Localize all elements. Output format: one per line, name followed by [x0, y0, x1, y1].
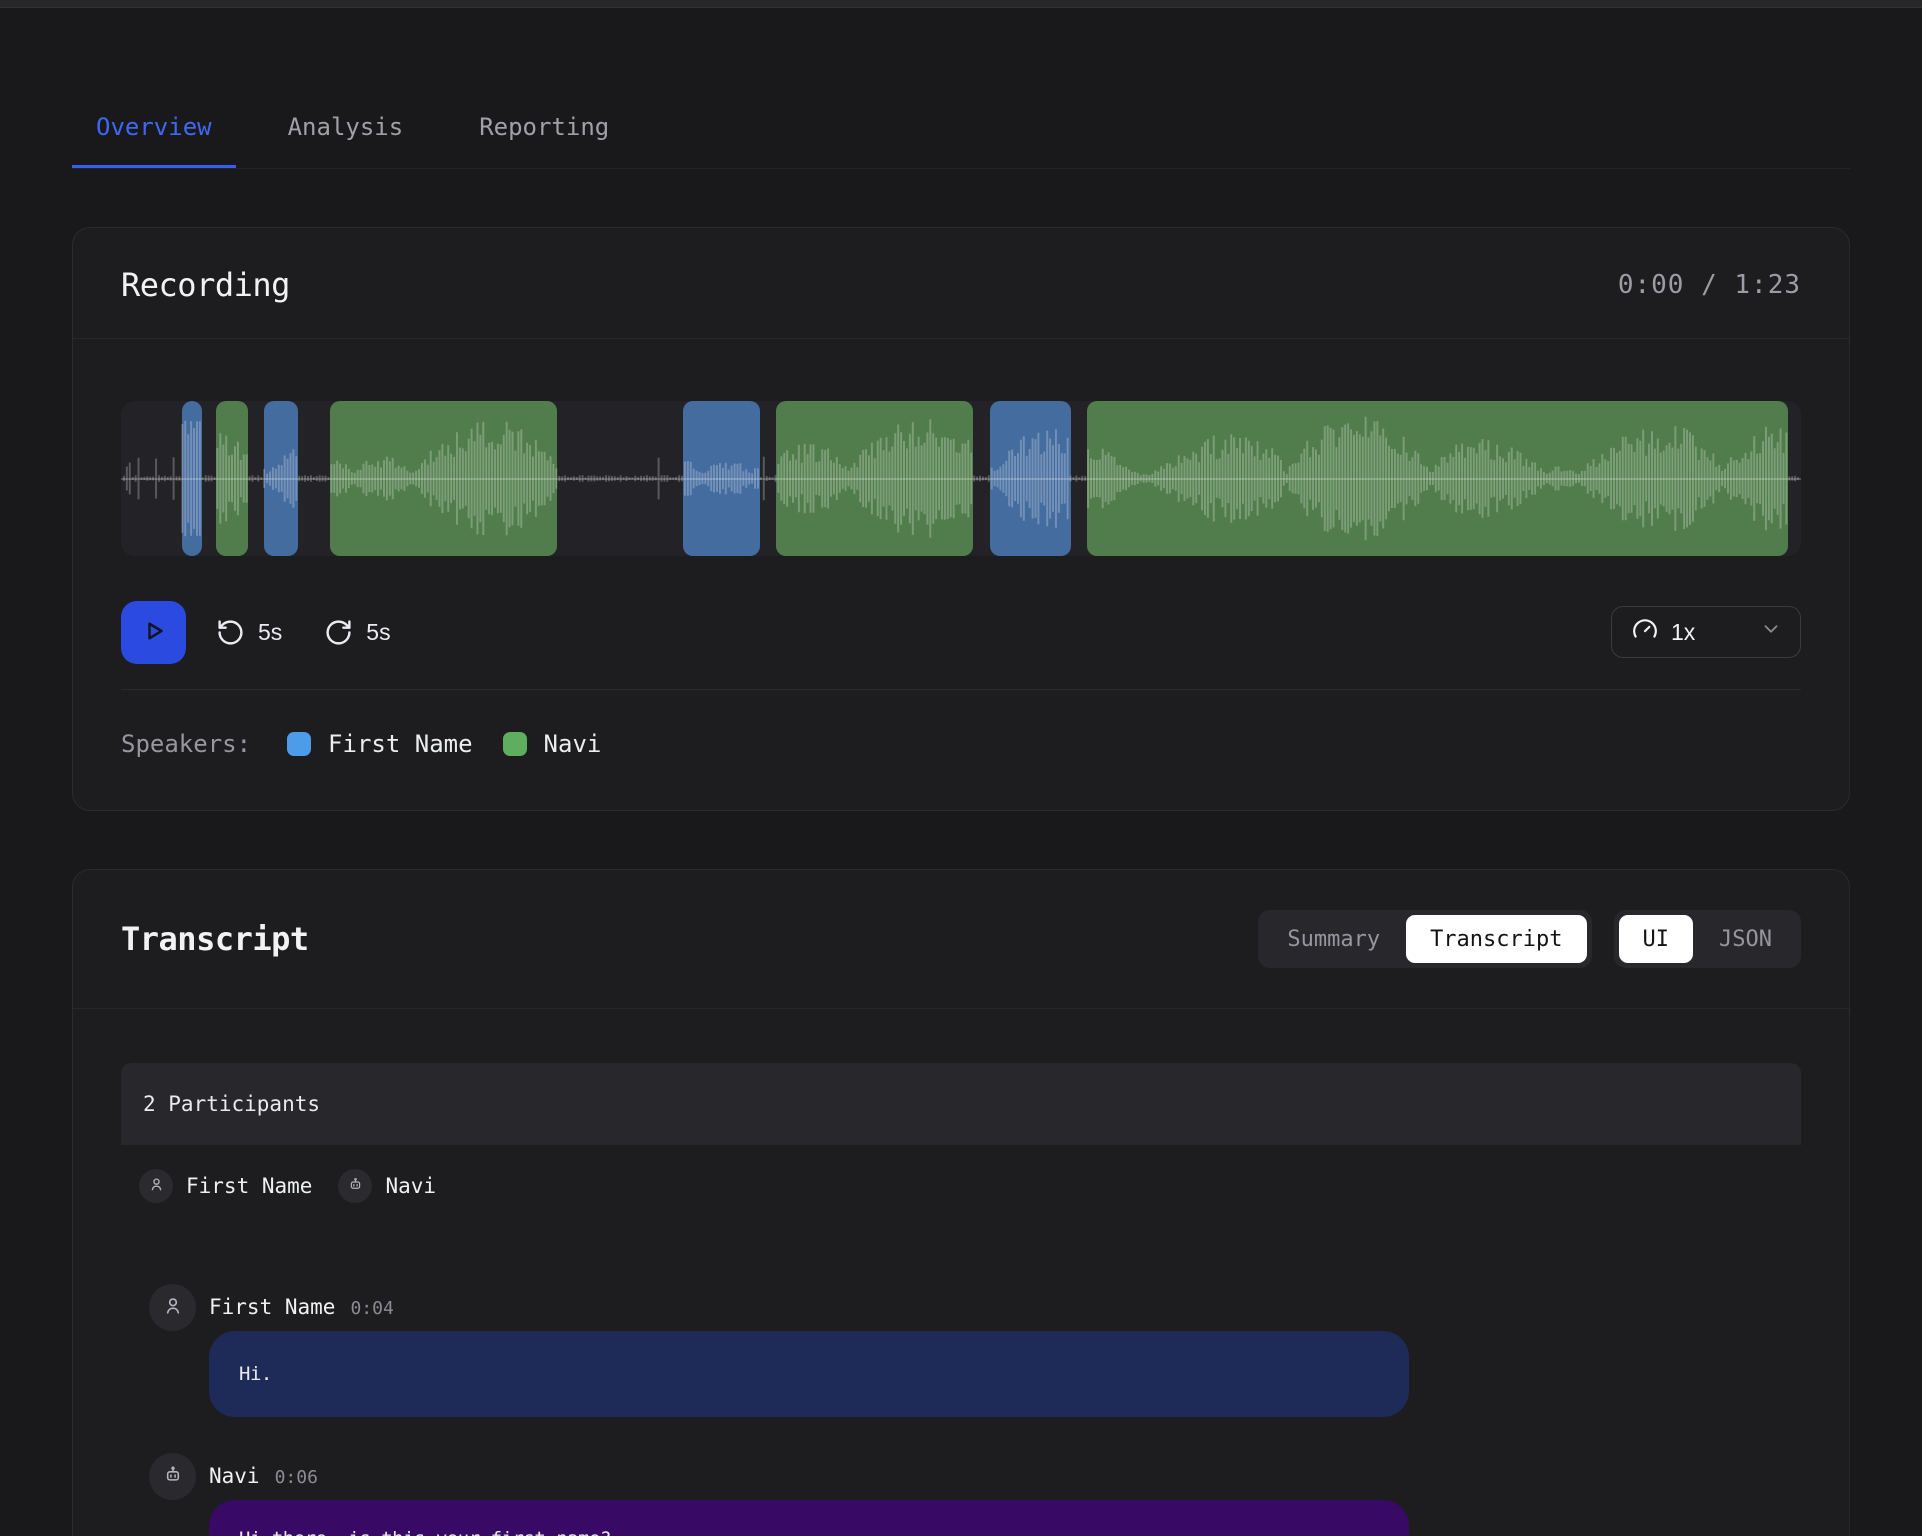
message-header: First Name 0:04: [209, 1284, 1801, 1323]
person-icon: [148, 1176, 165, 1197]
speaker-swatch-navi: [503, 732, 527, 756]
message-speaker: First Name: [209, 1293, 335, 1321]
participant-avatar: [139, 1169, 173, 1203]
playback-controls: 5s 5s 1x: [121, 600, 1801, 664]
play-button[interactable]: [121, 601, 186, 664]
toggle-summary[interactable]: Summary: [1263, 915, 1404, 963]
speed-value: 1x: [1671, 619, 1695, 646]
playback-speed-select[interactable]: 1x: [1611, 606, 1801, 658]
rewind-icon: [216, 618, 245, 647]
transcript-toggles: Summary Transcript UI JSON: [1258, 910, 1801, 968]
forward-icon: [324, 618, 353, 647]
recording-title: Recording: [121, 266, 290, 304]
transcript-card-header: Transcript Summary Transcript UI JSON: [73, 870, 1849, 1009]
speakers-label: Speakers:: [121, 730, 251, 758]
message-list: First Name 0:04 Hi. Navi 0:06: [121, 1284, 1801, 1536]
tab-analysis[interactable]: Analysis: [264, 91, 428, 168]
message-bubble: Hi.: [209, 1331, 1409, 1417]
participants-header: 2 Participants: [121, 1063, 1801, 1145]
playback-time: 0:00 / 1:23: [1618, 270, 1801, 300]
participant-name: Navi: [385, 1174, 436, 1198]
legend-item-navi: Navi: [503, 730, 602, 758]
forward-label: 5s: [366, 619, 390, 646]
participants-row: First Name Navi: [121, 1145, 1801, 1229]
message-header: Navi 0:06: [209, 1453, 1801, 1492]
message-first-name: First Name 0:04 Hi.: [149, 1284, 1801, 1417]
speaker-name: First Name: [328, 730, 473, 758]
format-toggle-group: UI JSON: [1614, 910, 1801, 968]
speaker-swatch-first-name: [287, 732, 311, 756]
speakers-legend: Speakers: First Name Navi: [121, 690, 1801, 758]
tab-reporting[interactable]: Reporting: [455, 91, 633, 168]
legend-item-first-name: First Name: [287, 730, 473, 758]
message-avatar: [149, 1453, 196, 1500]
toggle-transcript[interactable]: Transcript: [1406, 915, 1586, 963]
speaker-name: Navi: [544, 730, 602, 758]
recording-card: Recording 0:00 / 1:23 5s: [72, 227, 1850, 811]
robot-icon: [347, 1176, 364, 1197]
recording-card-header: Recording 0:00 / 1:23: [73, 228, 1849, 339]
rewind-5s-button[interactable]: 5s: [216, 618, 282, 647]
message-navi: Navi 0:06 Hi there, is this your first n…: [149, 1453, 1801, 1536]
play-icon: [139, 616, 169, 649]
top-header-edge: [0, 0, 1922, 8]
participant-avatar: [338, 1169, 372, 1203]
message-timestamp: 0:06: [275, 1464, 318, 1492]
transcript-card: Transcript Summary Transcript UI JSON 2 …: [72, 869, 1850, 1536]
transcript-title: Transcript: [121, 920, 309, 958]
rewind-label: 5s: [258, 619, 282, 646]
participants-panel: 2 Participants First Name Navi: [121, 1063, 1801, 1229]
waveform-seekbar[interactable]: [121, 401, 1801, 556]
forward-5s-button[interactable]: 5s: [324, 618, 390, 647]
view-toggle-group: Summary Transcript: [1258, 910, 1591, 968]
message-timestamp: 0:04: [350, 1295, 393, 1323]
message-bubble: Hi there, is this your first name?: [209, 1500, 1409, 1536]
participant-name: First Name: [186, 1174, 312, 1198]
robot-icon: [162, 1464, 184, 1490]
person-icon: [162, 1295, 184, 1321]
message-speaker: Navi: [209, 1462, 260, 1490]
chevron-down-icon: [1760, 618, 1782, 646]
tab-bar: Overview Analysis Reporting: [72, 91, 1850, 169]
toggle-ui[interactable]: UI: [1619, 915, 1694, 963]
gauge-icon: [1632, 616, 1658, 648]
tab-overview[interactable]: Overview: [72, 91, 236, 168]
message-avatar: [149, 1284, 196, 1331]
waveform-trace: [121, 401, 1801, 556]
toggle-json[interactable]: JSON: [1695, 915, 1796, 963]
